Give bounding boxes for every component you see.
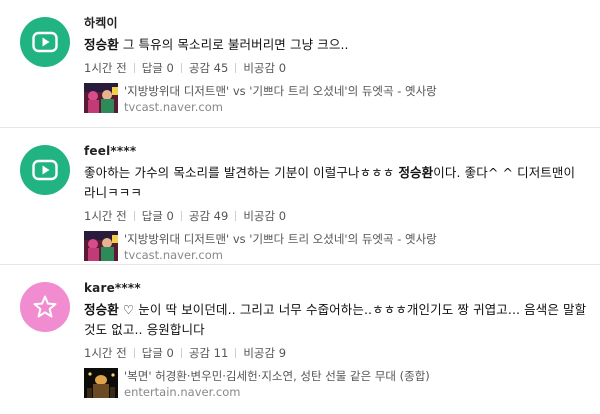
avatar[interactable]	[20, 282, 70, 332]
comment-item: feel**** 좋아하는 가수의 목소리를 발견하는 기분이 이럴구나ㅎㅎㅎ …	[0, 128, 600, 265]
comment-time: 1시간 전	[84, 61, 127, 75]
comment-nickname[interactable]: 하켁이	[84, 15, 590, 32]
comment-meta: 1시간 전 답글 0 공감 49 비공감 0	[84, 208, 590, 224]
comment-text-body: ♡ 눈이 딱 보이던데.. 그리고 너무 수줍어하는..ㅎㅎㅎ개인기도 짱 귀엽…	[84, 302, 587, 337]
link-domain: entertain.naver.com	[124, 385, 241, 399]
comment-text-body: 좋아하는 가수의 목소리를 발견하는 기분이 이럴구나ㅎㅎㅎ	[84, 165, 399, 180]
reply-button[interactable]: 답글 0	[142, 208, 174, 224]
link-title[interactable]: '복면' 허경환·변우민·김세헌·지소연, 성탄 선물 같은 무대 (종합)	[124, 368, 430, 384]
comment-time: 1시간 전	[84, 209, 127, 223]
like-button[interactable]: 공감 49	[189, 208, 228, 224]
comment-time: 1시간 전	[84, 346, 127, 360]
dislike-button[interactable]: 비공감 0	[243, 60, 286, 76]
article-link[interactable]: '지방방위대 디저트맨' vs '기쁘다 트리 오셨네'의 듀엣곡 - 옛사랑 …	[84, 231, 590, 263]
comment-item: kare**** 정승환 ♡ 눈이 딱 보이던데.. 그리고 너무 수줍어하는.…	[0, 265, 600, 414]
dislike-button[interactable]: 비공감 9	[243, 345, 286, 361]
highlight-name: 정승환	[84, 37, 119, 52]
reply-button[interactable]: 답글 0	[142, 345, 174, 361]
link-domain: tvcast.naver.com	[124, 100, 223, 114]
video-thumbnail	[84, 231, 118, 261]
comment-item: 하켁이 정승환 그 특유의 목소리로 불러버리면 그냥 크으.. 1시간 전 답…	[0, 0, 600, 128]
avatar[interactable]	[20, 145, 70, 195]
article-link[interactable]: '복면' 허경환·변우민·김세헌·지소연, 성탄 선물 같은 무대 (종합) e…	[84, 368, 590, 400]
star-icon	[33, 295, 57, 318]
comment-meta: 1시간 전 답글 0 공감 11 비공감 9	[84, 345, 590, 361]
like-button[interactable]: 공감 45	[189, 60, 228, 76]
avatar[interactable]	[20, 17, 70, 67]
comment-text: 정승환 ♡ 눈이 딱 보이던데.. 그리고 너무 수줍어하는..ㅎㅎㅎ개인기도 …	[84, 300, 590, 340]
article-thumbnail	[84, 368, 118, 398]
video-thumbnail	[84, 83, 118, 113]
link-domain: tvcast.naver.com	[124, 248, 223, 262]
comment-list: 하켁이 정승환 그 특유의 목소리로 불러버리면 그냥 크으.. 1시간 전 답…	[0, 0, 600, 414]
reply-button[interactable]: 답글 0	[142, 60, 174, 76]
highlight-name: 정승환	[84, 302, 119, 317]
comment-text-body: 그 특유의 목소리로 불러버리면 그냥 크으..	[118, 37, 349, 52]
comment-meta: 1시간 전 답글 0 공감 45 비공감 0	[84, 60, 590, 76]
comment-text: 정승환 그 특유의 목소리로 불러버리면 그냥 크으..	[84, 35, 590, 55]
link-title[interactable]: '지방방위대 디저트맨' vs '기쁘다 트리 오셨네'의 듀엣곡 - 옛사랑	[124, 231, 437, 247]
link-title[interactable]: '지방방위대 디저트맨' vs '기쁘다 트리 오셨네'의 듀엣곡 - 옛사랑	[124, 83, 437, 99]
play-tv-icon	[32, 159, 58, 181]
comment-nickname[interactable]: feel****	[84, 143, 590, 160]
comment-text: 좋아하는 가수의 목소리를 발견하는 기분이 이럴구나ㅎㅎㅎ 정승환이다. 좋다…	[84, 163, 590, 203]
play-tv-icon	[32, 31, 58, 53]
comment-nickname[interactable]: kare****	[84, 280, 590, 297]
highlight-name: 정승환	[398, 165, 434, 180]
dislike-button[interactable]: 비공감 0	[243, 208, 286, 224]
article-link[interactable]: '지방방위대 디저트맨' vs '기쁘다 트리 오셨네'의 듀엣곡 - 옛사랑 …	[84, 83, 590, 115]
like-button[interactable]: 공감 11	[189, 345, 228, 361]
